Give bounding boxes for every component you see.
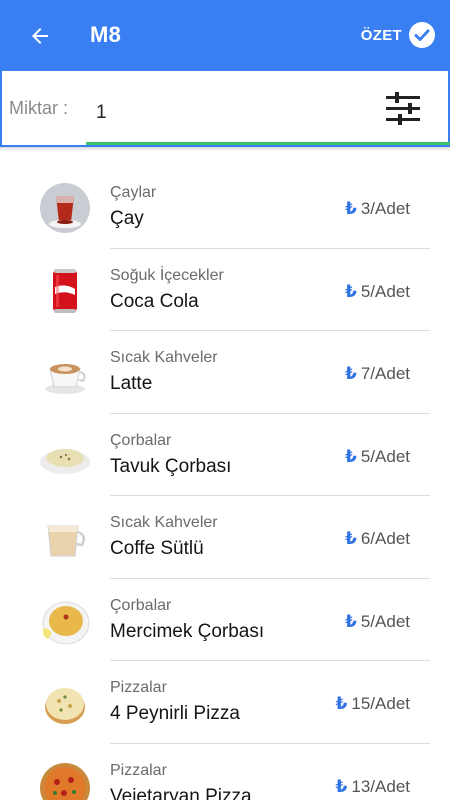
header-shadow (0, 147, 450, 151)
app-bar: M8 ÖZET (0, 0, 450, 71)
list-item[interactable]: Çorbalar Mercimek Çorbası ₺ 5/Adet (0, 579, 450, 661)
product-category: Soğuk İçecekler (110, 266, 224, 284)
product-name: Tavuk Çorbası (110, 455, 232, 477)
price-value: 5/Adet (360, 611, 410, 631)
currency-symbol: ₺ (345, 281, 357, 301)
product-category: Sıcak Kahveler (110, 349, 218, 366)
cola-can-icon (53, 268, 77, 313)
product-price: ₺ 6/Adet (345, 529, 410, 549)
veggie-pizza-icon (40, 762, 90, 800)
list-item[interactable]: Çorbalar Tavuk Çorbası ₺ 5/Adet (0, 414, 450, 496)
milk-coffee-icon (47, 525, 86, 557)
product-name: Mercimek Çorbası (110, 620, 265, 642)
product-name: 4 Peynirli Pizza (110, 703, 240, 724)
sliders-icon (386, 92, 420, 125)
check-circle-icon (409, 22, 435, 48)
list-item[interactable]: Çaylar Çay ₺ 3/Adet (0, 166, 450, 249)
currency-symbol: ₺ (345, 199, 357, 218)
product-price: ₺ 13/Adet (336, 777, 410, 797)
quantity-underline (86, 142, 450, 145)
product-price: ₺ 5/Adet (345, 447, 410, 467)
quantity-label: Miktar : (9, 98, 69, 118)
product-price: ₺ 7/Adet (345, 364, 410, 384)
latte-cup-icon (45, 364, 86, 394)
product-name: Coca Cola (110, 290, 199, 312)
product-list: Çaylar Çay ₺ 3/Adet Soğuk İçecekler Coca … (0, 166, 450, 800)
currency-symbol: ₺ (345, 611, 357, 631)
list-item[interactable]: Sıcak Kahveler Latte ₺ 7/Adet (0, 331, 450, 414)
product-category: Pizzalar (110, 761, 167, 779)
chicken-soup-icon (40, 448, 90, 474)
list-item[interactable]: Sıcak Kahveler Coffe Sütlü ₺ 6/Adet (0, 496, 450, 579)
product-price: ₺ 5/Adet (345, 282, 410, 302)
price-value: 6/Adet (360, 529, 410, 548)
currency-symbol: ₺ (345, 446, 357, 466)
price-value: 5/Adet (360, 446, 410, 466)
summary-label: ÖZET (360, 26, 402, 44)
currency-symbol: ₺ (345, 529, 357, 548)
list-item[interactable]: Pizzalar 4 Peynirli Pizza ₺ 15/Adet (0, 661, 450, 744)
product-category: Sıcak Kahveler (110, 514, 218, 531)
summary-button[interactable]: ÖZET (361, 19, 436, 51)
quantity-bar: Miktar : (0, 71, 450, 147)
price-value: 13/Adet (351, 776, 410, 796)
currency-symbol: ₺ (335, 776, 348, 796)
product-category: Çorbalar (110, 431, 172, 449)
product-name: Latte (110, 373, 153, 394)
list-item[interactable]: Soğuk İçecekler Coca Cola ₺ 5/Adet (0, 249, 450, 331)
page-title: M8 (90, 22, 122, 47)
price-value: 5/Adet (360, 281, 410, 301)
cheese-pizza-icon (45, 688, 85, 724)
price-value: 3/Adet (360, 199, 410, 218)
product-price: ₺ 15/Adet (336, 694, 410, 714)
product-name: Vejetaryan Pizza (110, 785, 252, 800)
currency-symbol: ₺ (345, 364, 357, 383)
product-category: Pizzalar (110, 679, 167, 696)
product-price: ₺ 3/Adet (345, 199, 410, 219)
list-item[interactable]: Pizzalar Vejetaryan Pizza ₺ 13/Adet (0, 744, 450, 800)
price-value: 15/Adet (351, 694, 410, 713)
currency-symbol: ₺ (335, 694, 348, 713)
product-category: Çaylar (110, 184, 157, 201)
product-category: Çorbalar (110, 596, 172, 614)
product-name: Çay (110, 208, 144, 229)
back-button[interactable] (22, 18, 58, 54)
tea-glass-icon (40, 183, 90, 233)
price-value: 7/Adet (360, 364, 410, 383)
lentil-soup-icon (42, 601, 90, 644)
product-price: ₺ 5/Adet (345, 612, 410, 632)
filter-button[interactable] (384, 89, 422, 127)
arrow-back-icon (32, 28, 48, 44)
product-name: Coffe Sütlü (110, 538, 204, 559)
quantity-input[interactable] (86, 83, 366, 143)
